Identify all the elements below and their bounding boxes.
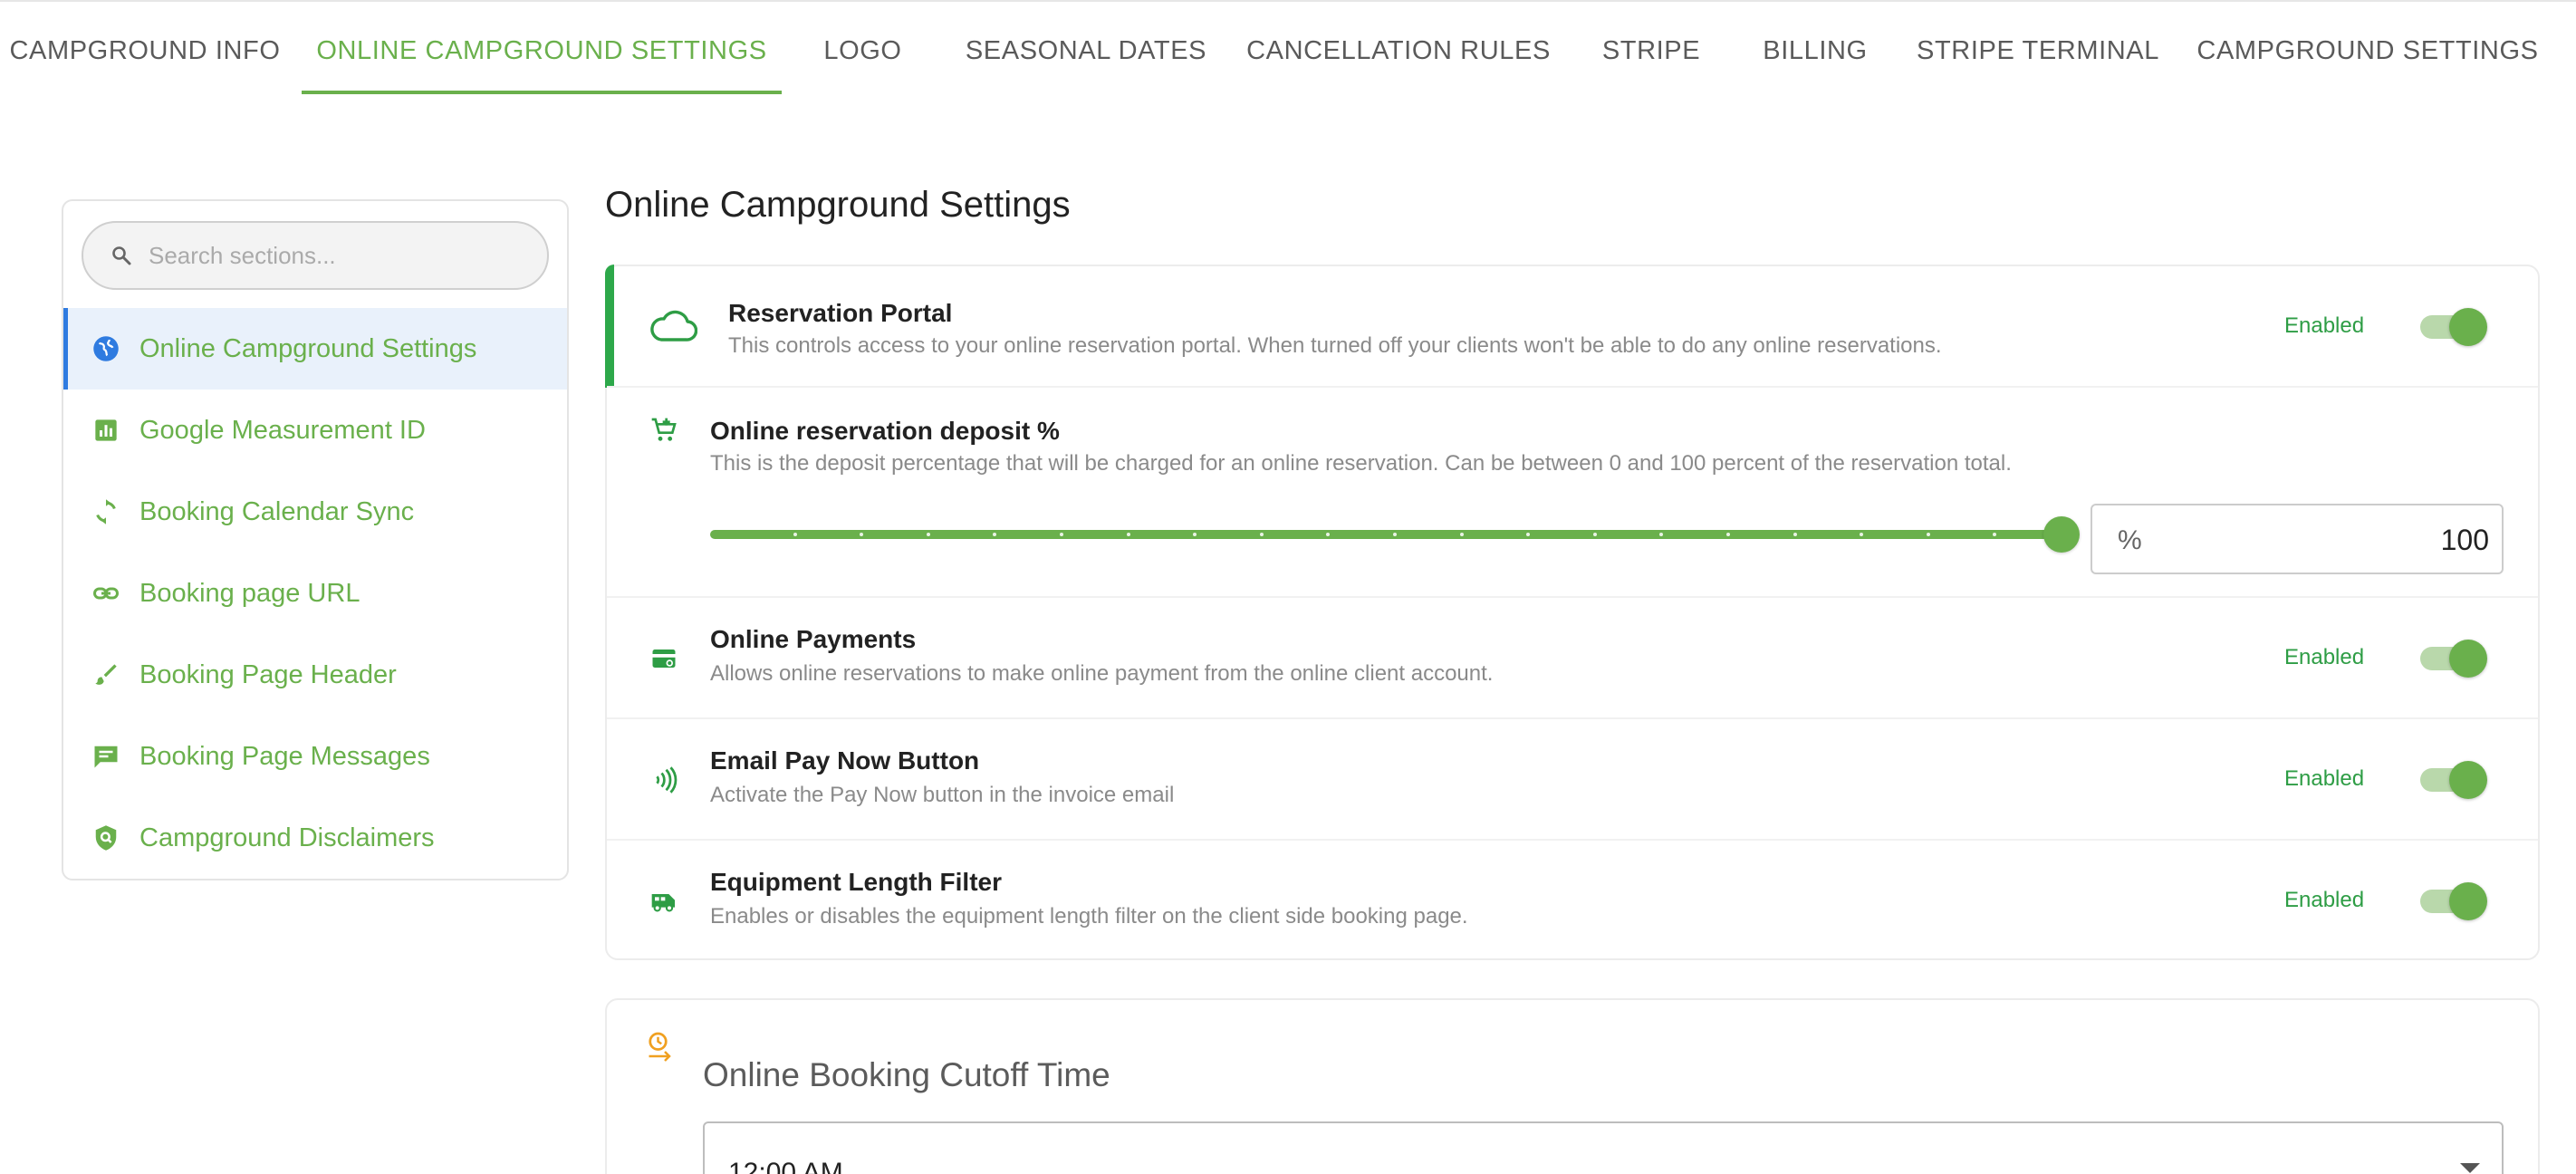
percent-unit: %	[2118, 525, 2142, 555]
equipment-filter-row: Equipment Length Filter Enables or disab…	[607, 841, 2538, 960]
slider-tick	[793, 533, 797, 536]
top-divider	[0, 0, 2576, 7]
slider-track	[710, 530, 2062, 539]
booking-cutoff-title: Online Booking Cutoff Time	[703, 1056, 1110, 1093]
chevron-down-icon	[2460, 1163, 2480, 1173]
sections-sidebar: Online Campground Settings Google Measur…	[62, 199, 569, 880]
tab-stripe[interactable]: STRIPE	[1583, 7, 1719, 94]
slider-tick	[1726, 533, 1730, 536]
equipment-filter-status: Enabled	[2284, 888, 2365, 912]
toggle-knob	[2449, 882, 2487, 920]
reservation-portal-status: Enabled	[2284, 313, 2365, 338]
tab-campground-settings[interactable]: CAMPGROUND SETTINGS	[2196, 7, 2540, 94]
analytics-icon	[92, 417, 120, 444]
slider-tick	[1393, 533, 1397, 536]
reservation-portal-title: Reservation Portal	[728, 299, 953, 327]
cutoff-time-value: 12:00 AM	[728, 1158, 843, 1174]
online-payments-toggle[interactable]	[2418, 638, 2487, 678]
tab-billing[interactable]: BILLING	[1750, 7, 1880, 94]
sidebar-item-booking-page-messages[interactable]: Booking Page Messages	[63, 716, 567, 797]
sidebar-item-label: Google Measurement ID	[139, 415, 426, 445]
email-pay-now-toggle[interactable]	[2418, 759, 2487, 799]
equipment-filter-description: Enables or disables the equipment length…	[710, 904, 1468, 929]
email-pay-now-row: Email Pay Now Button Activate the Pay No…	[607, 719, 2538, 841]
deposit-slider[interactable]	[710, 515, 2080, 554]
email-pay-now-status: Enabled	[2284, 766, 2365, 791]
slider-tick	[1060, 533, 1063, 536]
globe-icon	[92, 335, 120, 362]
cutoff-time-select[interactable]: 12:00 AM	[703, 1121, 2504, 1174]
online-payments-title: Online Payments	[710, 625, 917, 653]
sidebar-item-label: Booking page URL	[139, 578, 360, 608]
deposit-percent-field: %	[2091, 504, 2504, 574]
sidebar-item-label: Campground Disclaimers	[139, 823, 435, 852]
deposit-row: Online reservation deposit % This is the…	[607, 388, 2538, 598]
sync-icon	[92, 498, 120, 525]
email-pay-now-description: Activate the Pay Now button in the invoi…	[710, 783, 1175, 807]
sidebar-item-campground-disclaimers[interactable]: Campground Disclaimers	[63, 797, 567, 879]
tab-seasonal-dates[interactable]: SEASONAL DATES	[951, 7, 1221, 94]
reservation-portal-toggle[interactable]	[2418, 306, 2487, 346]
rv-icon	[649, 886, 679, 917]
section-search	[82, 221, 549, 290]
tab-online-campground-settings[interactable]: ONLINE CAMPGROUND SETTINGS	[302, 7, 782, 94]
cloud-icon	[649, 308, 697, 344]
slider-tick	[1592, 533, 1597, 536]
slider-thumb[interactable]	[2043, 516, 2080, 553]
toggle-knob	[2449, 640, 2487, 678]
message-icon	[92, 743, 120, 770]
deposit-title: Online reservation deposit %	[710, 417, 1060, 445]
page-title: Online Campground Settings	[605, 185, 1071, 225]
slider-tick	[1793, 533, 1797, 536]
tab-campground-info[interactable]: CAMPGROUND INFO	[0, 7, 290, 94]
equipment-filter-title: Equipment Length Filter	[710, 868, 1002, 896]
slider-tick	[1126, 533, 1130, 536]
online-payments-status: Enabled	[2284, 645, 2365, 669]
deposit-percent-input[interactable]	[2217, 518, 2489, 562]
contactless-icon	[649, 765, 679, 795]
search-input[interactable]	[149, 241, 529, 270]
equipment-filter-toggle[interactable]	[2418, 880, 2487, 920]
sidebar-item-label: Online Campground Settings	[139, 333, 477, 363]
tab-cancellation-rules[interactable]: CANCELLATION RULES	[1241, 7, 1556, 94]
toggle-knob	[2449, 761, 2487, 799]
reservation-portal-row: Reservation Portal This controls access …	[607, 266, 2538, 388]
tab-bar: CAMPGROUND INFO ONLINE CAMPGROUND SETTIN…	[0, 7, 2576, 94]
clock-arrow-icon	[647, 1031, 678, 1067]
online-payments-row: Online Payments Allows online reservatio…	[607, 598, 2538, 719]
shield-icon	[92, 824, 120, 852]
sidebar-item-booking-calendar-sync[interactable]: Booking Calendar Sync	[63, 471, 567, 553]
sidebar-item-online-campground-settings[interactable]: Online Campground Settings	[63, 308, 567, 390]
payment-card-icon	[649, 643, 679, 674]
link-icon	[92, 580, 120, 607]
search-icon	[112, 246, 131, 265]
slider-tick	[1459, 533, 1464, 536]
reservation-portal-description: This controls access to your online rese…	[728, 333, 1942, 358]
sidebar-item-label: Booking Calendar Sync	[139, 496, 415, 526]
sidebar-item-label: Booking Page Header	[139, 659, 397, 689]
tab-logo[interactable]: LOGO	[797, 7, 928, 94]
sidebar-item-label: Booking Page Messages	[139, 741, 430, 771]
slider-tick	[1926, 533, 1930, 536]
sidebar-item-booking-page-header[interactable]: Booking Page Header	[63, 634, 567, 716]
toggle-knob	[2449, 308, 2487, 346]
email-pay-now-title: Email Pay Now Button	[710, 746, 980, 775]
deposit-description: This is the deposit percentage that will…	[710, 451, 2012, 476]
sidebar-item-google-measurement-id[interactable]: Google Measurement ID	[63, 390, 567, 471]
slider-tick	[926, 533, 930, 536]
booking-cutoff-card: Online Booking Cutoff Time 12:00 AM	[605, 998, 2540, 1174]
slider-tick	[1259, 533, 1264, 536]
online-settings-card: Reservation Portal This controls access …	[605, 265, 2540, 960]
online-payments-description: Allows online reservations to make onlin…	[710, 661, 1494, 686]
sidebar-item-booking-page-url[interactable]: Booking page URL	[63, 553, 567, 634]
tab-stripe-terminal[interactable]: STRIPE TERMINAL	[1911, 7, 2165, 94]
cart-icon	[649, 415, 679, 446]
brush-icon	[92, 661, 120, 688]
